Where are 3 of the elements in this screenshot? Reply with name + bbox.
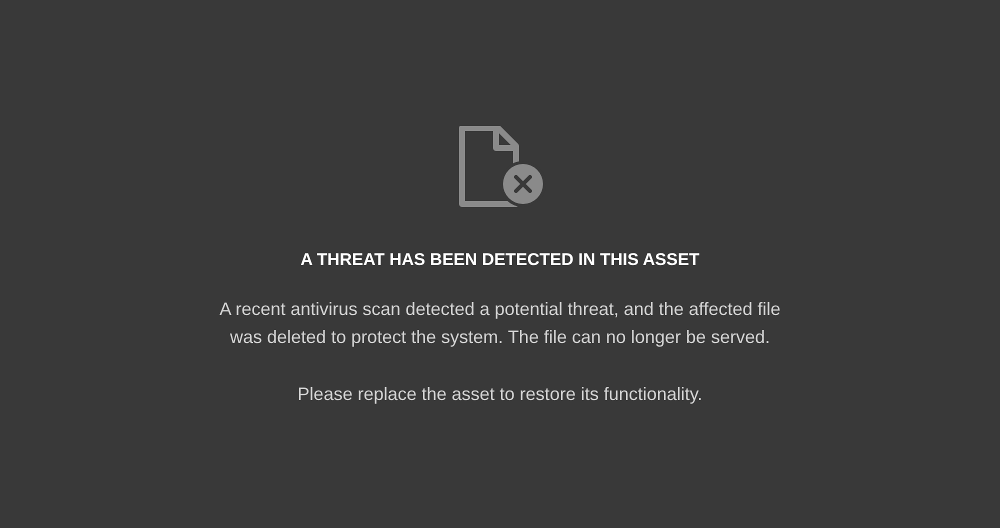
notice-message: A recent antivirus scan detected a potential threat, and the affected file was deleted to protect the system. The file can no longer be served. (219, 298, 781, 349)
notice-hint: Please replace the asset to restore its functionality. (298, 382, 702, 406)
notice-title: A THREAT HAS BEEN DETECTED IN THIS ASSET (300, 249, 700, 271)
